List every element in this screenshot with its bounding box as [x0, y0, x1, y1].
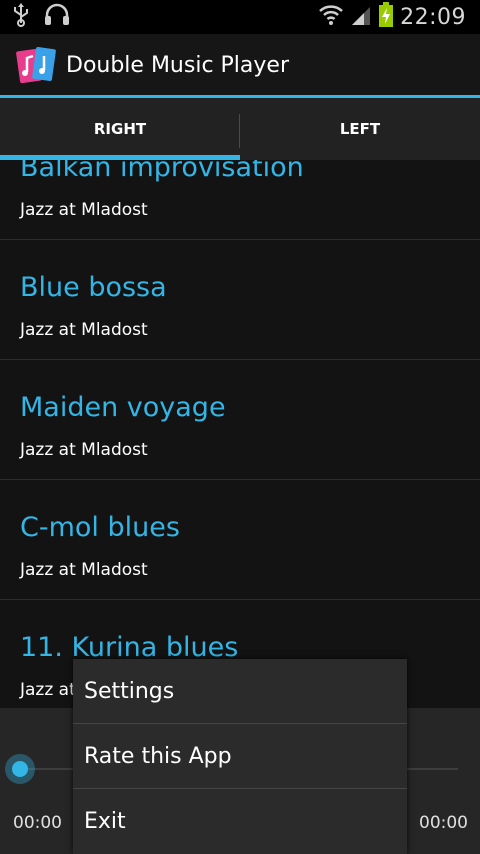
menu-item-rate-app[interactable]: Rate this App	[73, 724, 407, 789]
song-title: Blue bossa	[20, 272, 167, 303]
list-item[interactable]: Maiden voyage Jazz at Mladost	[0, 360, 480, 480]
status-bar: 22:09	[0, 0, 480, 34]
elapsed-time: 00:00	[13, 813, 62, 833]
song-title: Maiden voyage	[20, 392, 226, 423]
app-title: Double Music Player	[66, 52, 289, 78]
song-list[interactable]: Balkan improvisation Jazz at Mladost Blu…	[0, 160, 480, 708]
tab-label: LEFT	[339, 120, 381, 138]
list-item[interactable]: C-mol blues Jazz at Mladost	[0, 480, 480, 600]
status-time: 22:09	[400, 4, 466, 30]
song-artist: Jazz at Mladost	[20, 320, 148, 340]
list-item[interactable]: Blue bossa Jazz at Mladost	[0, 240, 480, 360]
tab-right[interactable]: RIGHT	[0, 98, 240, 160]
app-icon[interactable]	[16, 44, 58, 86]
seek-knob-center	[12, 761, 28, 777]
overflow-menu: Settings Rate this App Exit	[73, 659, 407, 854]
action-bar: Double Music Player	[0, 34, 480, 96]
song-artist: Jazz at Mladost	[20, 560, 148, 580]
song-artist: Jazz at Mladost	[20, 200, 148, 220]
usb-icon	[12, 3, 30, 31]
wifi-icon	[318, 3, 344, 31]
song-artist: Jazz at Mladost	[20, 440, 148, 460]
battery-charging-icon	[378, 2, 394, 32]
headset-icon	[44, 3, 70, 31]
tab-left[interactable]: LEFT	[240, 98, 480, 160]
tab-label: RIGHT	[93, 120, 147, 138]
menu-item-settings[interactable]: Settings	[73, 659, 407, 724]
tab-bar: RIGHT LEFT	[0, 98, 480, 160]
song-title: Balkan improvisation	[20, 160, 304, 183]
seek-knob[interactable]	[5, 754, 35, 784]
list-item[interactable]: Balkan improvisation Jazz at Mladost	[0, 160, 480, 240]
menu-item-exit[interactable]: Exit	[73, 789, 407, 853]
song-title: C-mol blues	[20, 512, 180, 543]
total-time: 00:00	[419, 813, 468, 833]
signal-icon	[350, 3, 372, 31]
